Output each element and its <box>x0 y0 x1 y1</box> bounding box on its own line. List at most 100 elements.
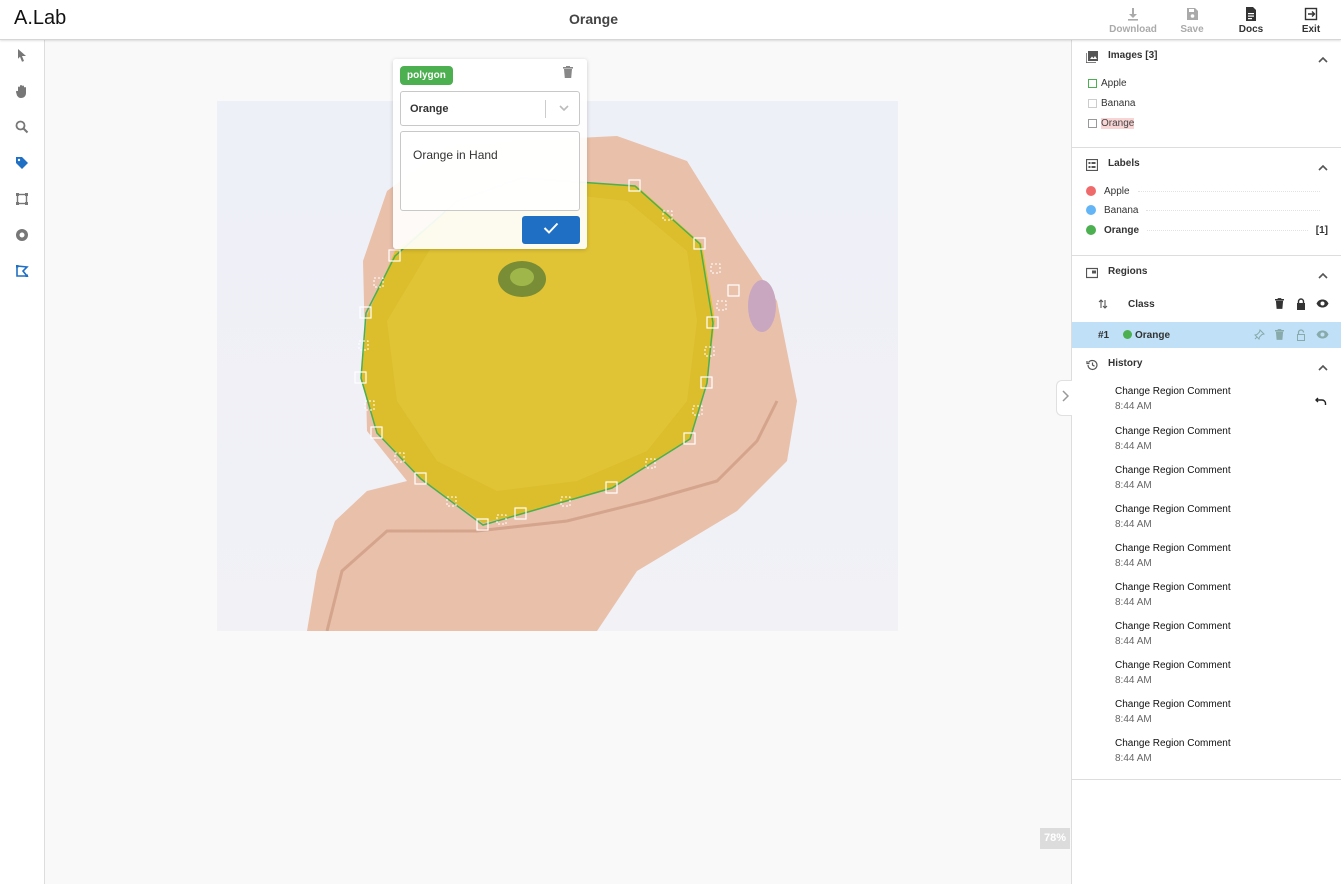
trash-icon[interactable] <box>1275 329 1284 343</box>
download-label: Download <box>1109 24 1157 35</box>
right-sidebar: Images [3] Apple Banana Orange Labels Ap… <box>1071 40 1341 884</box>
label-leader-line <box>1146 209 1320 211</box>
pin-icon[interactable] <box>1254 329 1265 343</box>
image-item-banana[interactable]: Banana <box>1088 98 1135 109</box>
history-time: 8:44 AM <box>1115 675 1152 686</box>
history-item[interactable]: Change Region Comment 8:44 AM <box>1115 465 1231 491</box>
box-tool-button[interactable] <box>12 191 32 211</box>
polygon-icon <box>15 264 29 283</box>
images-panel-header[interactable]: Images [3] <box>1072 40 1341 72</box>
select-tool-button[interactable] <box>12 47 32 67</box>
region-comment-input[interactable]: Orange in Hand <box>400 131 580 211</box>
history-action: Change Region Comment <box>1115 660 1231 671</box>
chevron-right-icon <box>1061 389 1069 407</box>
image-item-checkbox[interactable] <box>1088 79 1097 88</box>
label-item-banana[interactable]: Banana <box>1086 203 1328 217</box>
history-action: Change Region Comment <box>1115 582 1231 593</box>
exit-button[interactable]: Exit <box>1281 6 1341 35</box>
labels-panel-header[interactable]: Labels <box>1072 148 1341 180</box>
image-item-checkbox[interactable] <box>1088 119 1097 128</box>
history-action: Change Region Comment <box>1115 465 1231 476</box>
delete-region-button[interactable] <box>563 65 573 83</box>
history-item[interactable]: Change Region Comment 8:44 AM <box>1115 621 1231 647</box>
regions-panel-header[interactable]: Regions <box>1072 256 1341 288</box>
bounding-box-icon <box>15 192 29 211</box>
history-time: 8:44 AM <box>1115 597 1152 608</box>
history-time: 8:44 AM <box>1115 519 1152 530</box>
canvas-background-band <box>0 650 1071 778</box>
history-action: Change Region Comment <box>1115 386 1231 397</box>
history-action: Change Region Comment <box>1115 426 1231 437</box>
save-button[interactable]: Save <box>1162 6 1222 35</box>
image-item-apple[interactable]: Apple <box>1088 78 1127 89</box>
check-icon <box>543 221 559 239</box>
label-item-apple[interactable]: Apple <box>1086 184 1328 198</box>
region-type-tag: polygon <box>400 66 453 85</box>
chevron-up-icon[interactable] <box>1318 267 1328 285</box>
history-action: Change Region Comment <box>1115 543 1231 554</box>
region-color-dot <box>1123 330 1132 339</box>
trash-icon[interactable] <box>1275 298 1284 312</box>
sidebar-toggle-button[interactable] <box>1056 380 1072 416</box>
history-time: 8:44 AM <box>1115 441 1152 452</box>
tag-tool-button[interactable] <box>12 155 32 175</box>
chevron-up-icon[interactable] <box>1318 159 1328 177</box>
history-item[interactable]: Change Region Comment 8:44 AM <box>1115 543 1231 569</box>
docs-button[interactable]: Docs <box>1221 6 1281 35</box>
confirm-region-button[interactable] <box>522 216 580 244</box>
class-select-value: Orange <box>410 103 449 115</box>
history-item[interactable]: Change Region Comment 8:44 AM <box>1115 582 1231 608</box>
pan-tool-button[interactable] <box>12 83 32 103</box>
history-item[interactable]: Change Region Comment 8:44 AM <box>1115 699 1231 725</box>
circle-tool-button[interactable] <box>12 227 32 247</box>
zoom-tool-button[interactable] <box>12 119 32 139</box>
history-item[interactable]: Change Region Comment 8:44 AM <box>1115 426 1231 452</box>
regions-panel: Regions Class #1 Orange <box>1072 256 1341 348</box>
search-icon <box>15 120 29 139</box>
history-time: 8:44 AM <box>1115 753 1152 764</box>
region-row[interactable]: #1 Orange <box>1072 322 1341 348</box>
image-item-label: Banana <box>1101 98 1136 109</box>
class-select[interactable]: Orange <box>400 91 580 126</box>
regions-table-header: Class <box>1072 288 1341 318</box>
images-icon <box>1085 50 1098 68</box>
polygon-tool-button[interactable] <box>12 263 32 283</box>
history-panel: History Change Region Comment 8:44 AM Ch… <box>1072 348 1341 780</box>
images-panel-title: Images [3] <box>1108 50 1158 61</box>
circle-icon <box>15 228 29 247</box>
history-time: 8:44 AM <box>1115 480 1152 491</box>
exit-icon <box>1281 6 1341 24</box>
label-color-dot <box>1086 205 1096 215</box>
trash-icon <box>563 65 573 82</box>
label-item-label: Apple <box>1104 185 1130 197</box>
eye-icon[interactable] <box>1316 330 1329 342</box>
history-time: 8:44 AM <box>1115 636 1152 647</box>
chevron-up-icon[interactable] <box>1318 359 1328 377</box>
regions-panel-title: Regions <box>1108 266 1148 277</box>
labels-panel-title: Labels <box>1108 158 1140 169</box>
label-leader-line <box>1137 190 1320 192</box>
history-panel-title: History <box>1108 358 1143 369</box>
chevron-up-icon[interactable] <box>1318 51 1328 69</box>
app-header: A.Lab Orange Download Save Docs Exit <box>0 0 1341 40</box>
exit-label: Exit <box>1301 24 1321 35</box>
history-item[interactable]: Change Region Comment 8:44 AM <box>1115 660 1231 686</box>
region-class-label: Orange <box>1135 330 1171 341</box>
image-item-checkbox[interactable] <box>1088 99 1097 108</box>
unlock-icon[interactable] <box>1296 329 1306 344</box>
download-button[interactable]: Download <box>1103 6 1163 35</box>
history-item[interactable]: Change Region Comment 8:44 AM <box>1115 504 1231 530</box>
lock-icon[interactable] <box>1296 298 1306 313</box>
eye-icon[interactable] <box>1316 299 1329 311</box>
label-item-orange[interactable]: Orange [1] <box>1086 223 1328 237</box>
label-item-label: Banana <box>1104 204 1139 216</box>
sort-icon[interactable] <box>1098 299 1108 312</box>
history-item[interactable]: Change Region Comment 8:44 AM <box>1115 386 1231 412</box>
history-item[interactable]: Change Region Comment 8:44 AM <box>1115 738 1231 764</box>
history-panel-header[interactable]: History <box>1072 348 1341 380</box>
region-id: #1 <box>1098 330 1110 341</box>
image-item-orange[interactable]: Orange <box>1088 118 1135 129</box>
region-editor: polygon Orange Orange in Hand <box>393 59 587 249</box>
undo-icon[interactable] <box>1315 393 1327 411</box>
label-leader-line <box>1147 229 1308 231</box>
